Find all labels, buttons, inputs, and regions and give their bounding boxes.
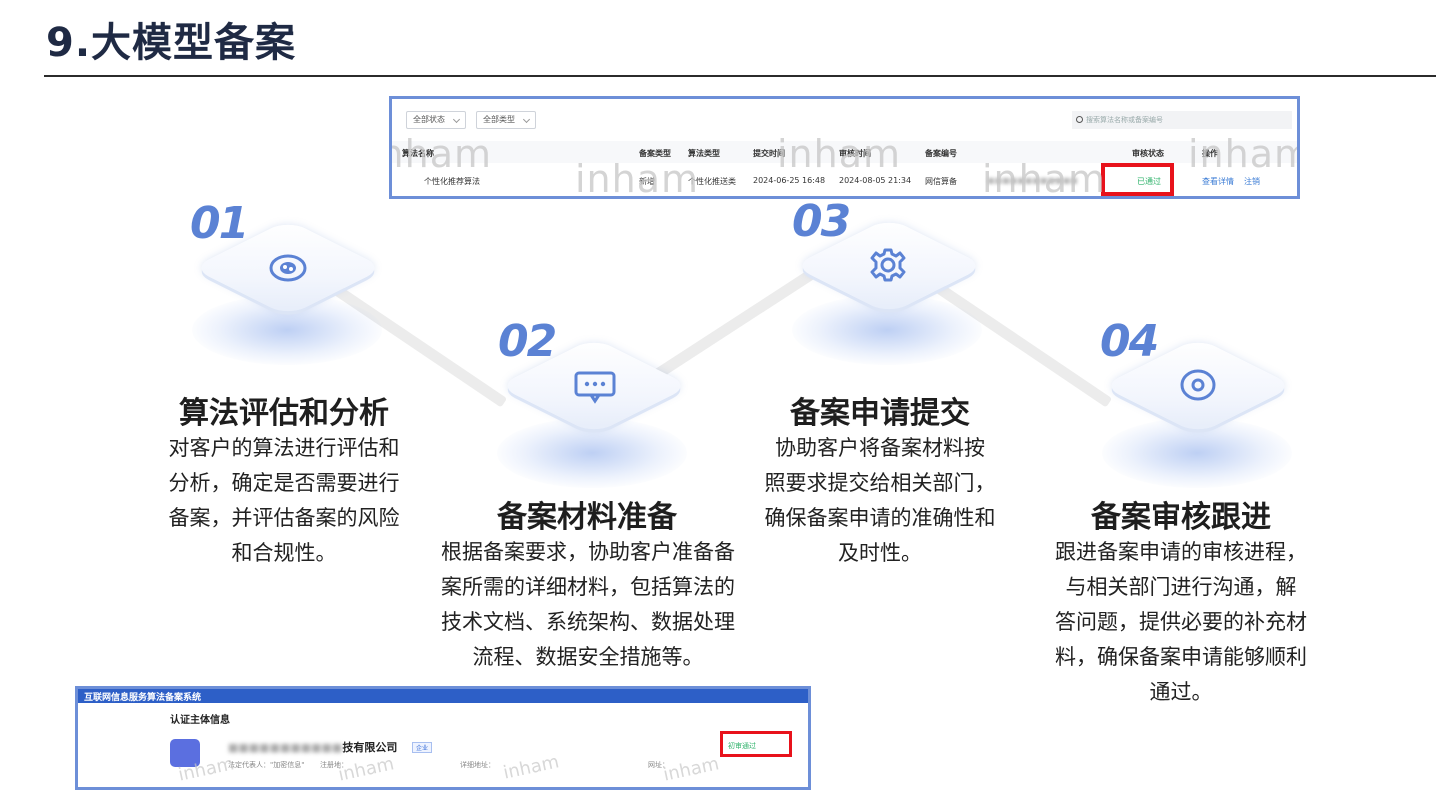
watermark: inham (982, 157, 1107, 199)
step-description: 跟进备案申请的审核进程， 与相关部门进行沟通，解 答问题，提供必要的补充材 料，… (1011, 535, 1351, 710)
watermark: inham (661, 753, 721, 786)
chat-bubble-icon (574, 371, 616, 404)
desc-line: 备案，并评估备案的风险 (168, 506, 400, 530)
slide-title: 9.大模型备案 (46, 20, 297, 66)
desc-line: 确保备案申请的准确性和 (764, 506, 996, 530)
step-description: 根据备案要求，协助客户准备备 案所需的详细材料，包括算法的 技术文档、系统架构、… (418, 535, 758, 675)
status-filter-select[interactable]: 全部状态 (406, 111, 466, 129)
desc-line: 料，确保备案申请能够顺利 (1055, 645, 1307, 669)
system-title: 互联网信息服务算法备案系统 (84, 693, 202, 703)
eye-icon (269, 254, 307, 282)
cell-record-no: 网信算备 (925, 177, 957, 186)
desc-line: 和合规性。 (231, 541, 337, 565)
subject-info-screenshot: 互联网信息服务算法备案系统 认证主体信息 ■■■■■■■■■■■技有限公司 企业… (75, 686, 811, 790)
desc-line: 照要求提交给相关部门， (764, 471, 996, 495)
desc-line: 技术文档、系统架构、数据处理 (441, 610, 735, 634)
step-number: 01 (190, 198, 249, 249)
legal-rep: 法定代表人："加密信息" (228, 761, 305, 769)
desc-line: 协助客户将备案材料按 (775, 436, 985, 460)
step-title: 备案审核跟进 (1091, 500, 1271, 535)
gear-icon (870, 248, 906, 282)
desc-line: 分析，确定是否需要进行 (168, 471, 400, 495)
step-description: 对客户的算法进行评估和 分析，确定是否需要进行 备案，并评估备案的风险 和合规性… (134, 431, 434, 571)
desc-line: 流程、数据安全措施等。 (472, 645, 704, 669)
title-divider (44, 75, 1436, 77)
watermark: inham (575, 157, 700, 199)
target-icon (1180, 369, 1216, 401)
step-title: 算法评估和分析 (179, 396, 389, 431)
section-title: 认证主体信息 (170, 715, 230, 726)
watermark: inham (392, 132, 493, 176)
step-description: 协助客户将备案材料按 照要求提交给相关部门， 确保备案申请的准确性和 及时性。 (730, 431, 1030, 571)
search-placeholder: 搜索算法名称或备案编号 (1086, 116, 1163, 124)
watermark: inham (501, 751, 561, 784)
col-record-no: 备案编号 (925, 149, 957, 158)
status-highlight-box (1101, 163, 1174, 196)
search-icon (1076, 116, 1083, 123)
view-details-link[interactable]: 查看详情 (1202, 176, 1234, 187)
search-input[interactable]: 搜索算法名称或备案编号 (1072, 111, 1292, 129)
address: 详细地址： (460, 761, 495, 769)
desc-line: 及时性。 (838, 541, 922, 565)
cell-review-time: 2024-08-05 21:34 (839, 176, 912, 185)
watermark: inham (336, 753, 396, 786)
step-number: 04 (1100, 316, 1159, 367)
step-number: 02 (498, 316, 557, 367)
desc-line: 答问题，提供必要的补充材 (1055, 610, 1307, 634)
company-name-redacted: ■■■■■■■■■■■ (228, 741, 343, 754)
desc-line: 与相关部门进行沟通，解 (1065, 575, 1297, 599)
step-number: 03 (792, 196, 851, 247)
step-title: 备案申请提交 (790, 396, 970, 431)
cancel-link[interactable]: 注销 (1244, 176, 1260, 187)
desc-line: 案所需的详细材料，包括算法的 (441, 575, 735, 599)
col-status: 审核状态 (1132, 149, 1164, 158)
step-title: 备案材料准备 (497, 500, 677, 535)
status-highlight-box (720, 731, 792, 757)
desc-line: 对客户的算法进行评估和 (168, 436, 400, 460)
entity-badge: 企业 (412, 742, 433, 753)
company-name: ■■■■■■■■■■■技有限公司 (228, 739, 397, 755)
desc-line: 通过。 (1149, 680, 1213, 704)
type-filter-select[interactable]: 全部类型 (476, 111, 536, 129)
desc-line: 根据备案要求，协助客户准备备 (441, 540, 735, 564)
system-header-bar: 互联网信息服务算法备案系统 (78, 689, 808, 703)
company-name-suffix: 技有限公司 (342, 741, 398, 754)
cell-name: 个性化推荐算法 (424, 177, 480, 186)
cell-submit-time: 2024-06-25 16:48 (753, 176, 826, 185)
watermark: inham (1188, 132, 1300, 176)
desc-line: 跟进备案申请的审核进程， (1055, 540, 1307, 564)
watermark: inham (777, 132, 902, 176)
filing-list-screenshot: 全部状态 全部类型 搜索算法名称或备案编号 算法名称 备案类型 算法类型 提交时… (389, 96, 1300, 199)
